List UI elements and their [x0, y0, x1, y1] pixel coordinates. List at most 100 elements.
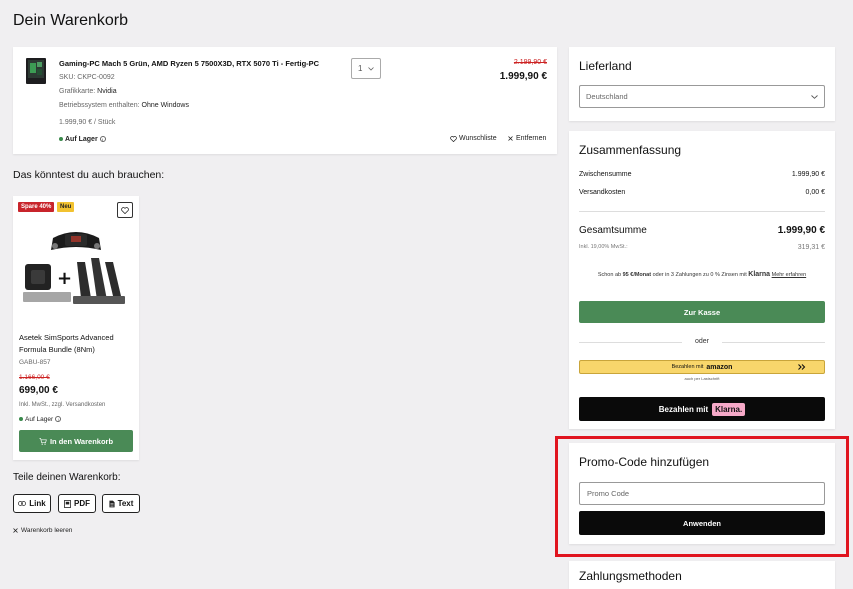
- delivery-title: Lieferland: [579, 59, 632, 73]
- cart-item-sku: SKU: CKPC-0092: [59, 74, 115, 81]
- amazon-pay-pre: Bezahlen mit: [671, 364, 704, 370]
- amazon-pay-subtext: auch per Lastschrift: [684, 376, 720, 381]
- quantity-select[interactable]: 1: [351, 58, 381, 79]
- product-tax-note: Inkl. MwSt., zzgl. Versandkosten: [19, 402, 106, 408]
- country-value: Deutschland: [586, 92, 628, 101]
- os-label: Betriebssystem enthalten:: [59, 102, 140, 109]
- checkout-label: Zur Kasse: [683, 307, 721, 317]
- favorite-button[interactable]: [117, 202, 133, 218]
- quantity-value: 1: [358, 64, 363, 73]
- summary-card: Zusammenfassung Zwischensumme 1.999,90 €…: [569, 131, 835, 429]
- total-row: Gesamtsumme 1.999,90 €: [579, 225, 825, 236]
- payment-card: Zahlungsmethoden: [569, 561, 835, 589]
- wishlist-label: Wunschliste: [459, 135, 497, 142]
- product-price: 699,00 €: [19, 385, 58, 396]
- klarna-installment-note: Schon ab 95 €/Monat oder in 3 Zahlungen …: [579, 271, 825, 278]
- remove-label: Entfernen: [516, 135, 547, 142]
- cart-item-stock: Auf Lager i: [59, 136, 106, 143]
- subtotal-row: Zwischensumme 1.999,90 €: [579, 171, 825, 178]
- new-badge: Neu: [57, 202, 75, 212]
- pdf-icon: [64, 499, 71, 508]
- payment-title: Zahlungsmethoden: [579, 569, 682, 583]
- heart-icon: [450, 135, 457, 142]
- sale-badge: Spare 40%: [18, 202, 55, 212]
- product-stock: Auf Lager i: [19, 416, 62, 423]
- cart-item-os: Betriebssystem enthalten: Ohne Windows: [59, 102, 189, 109]
- stock-label: Auf Lager: [65, 136, 98, 143]
- shipping-value: 0,00 €: [805, 189, 825, 196]
- delivery-card: Lieferland Deutschland: [569, 47, 835, 121]
- gpu-label: Grafikkarte:: [59, 88, 96, 95]
- klarna-pay-pre: Bezahlen mit: [658, 404, 709, 414]
- total-label: Gesamtsumme: [579, 225, 647, 236]
- clear-cart-button[interactable]: Warenkorb leeren: [13, 527, 72, 534]
- product-old-price: 1.166,00 €: [19, 374, 50, 381]
- stock-dot-icon: [19, 417, 23, 422]
- cart-plus-icon: [39, 437, 47, 445]
- info-icon[interactable]: i: [55, 416, 62, 423]
- total-value: 1.999,90 €: [777, 225, 825, 236]
- checkout-button[interactable]: Zur Kasse: [579, 301, 825, 323]
- share-text-button[interactable]: Text: [102, 494, 140, 513]
- cart-item-price: 1.999,90 €: [499, 71, 547, 82]
- product-card[interactable]: Spare 40% Neu + Asetek SimSports Advance…: [13, 196, 139, 460]
- summary-divider: [579, 211, 825, 212]
- tax-label: Inkl. 19,00% MwSt.:: [579, 244, 628, 250]
- chevrons-right-icon: [798, 364, 806, 370]
- chevron-down-icon: [368, 66, 374, 71]
- chevron-down-icon: [811, 94, 818, 99]
- page-title: Dein Warenkorb: [13, 12, 129, 29]
- add-to-cart-button[interactable]: In den Warenkorb: [19, 430, 133, 452]
- country-select[interactable]: Deutschland: [579, 85, 825, 108]
- cart-item-card: Gaming-PC Mach 5 Grün, AMD Ryzen 5 7500X…: [13, 47, 557, 154]
- tax-value: 319,31 €: [797, 244, 825, 251]
- klarna-logo: Klarna: [748, 271, 771, 278]
- wishlist-button[interactable]: Wunschliste: [450, 135, 497, 142]
- link-icon: [18, 501, 27, 506]
- svg-text:+: +: [57, 268, 72, 289]
- share-title: Teile deinen Warenkorb:: [13, 472, 121, 483]
- stock-dot-icon: [59, 137, 63, 142]
- klarna-note-post: oder in 3 Zahlungen zu 0 % Zinsen mit: [651, 272, 749, 278]
- cart-item-unit-price: 1.999,90 € / Stück: [59, 119, 116, 126]
- klarna-note-amount: 95 €/Monat: [622, 272, 652, 278]
- klarna-learn-more-link[interactable]: Mehr erfahren: [772, 272, 807, 278]
- close-icon: [508, 136, 513, 141]
- remove-button[interactable]: Entfernen: [508, 135, 546, 142]
- subtotal-label: Zwischensumme: [579, 171, 632, 178]
- promo-highlight-frame: [555, 436, 849, 557]
- os-value: Ohne Windows: [141, 102, 189, 109]
- shipping-row: Versandkosten 0,00 €: [579, 189, 825, 196]
- product-name[interactable]: Asetek SimSports Advanced Formula Bundle…: [19, 332, 129, 356]
- share-pdf-button[interactable]: PDF: [58, 494, 96, 513]
- tax-row: Inkl. 19,00% MwSt.: 319,31 €: [579, 244, 825, 251]
- gpu-value: Nvidia: [97, 88, 117, 95]
- klarna-note-pre: Schon ab: [597, 272, 623, 278]
- product-sku: GABU-857: [19, 359, 51, 366]
- product-image-wheel-bundle[interactable]: +: [21, 222, 131, 310]
- klarna-pay-button[interactable]: Bezahlen mit Klarna.: [579, 397, 825, 421]
- share-link-label: Link: [29, 499, 46, 508]
- recommend-title: Das könntest du auch brauchen:: [13, 169, 165, 181]
- or-label: oder: [694, 338, 709, 345]
- share-text-label: Text: [117, 499, 134, 508]
- add-to-cart-label: In den Warenkorb: [49, 436, 114, 446]
- clear-cart-label: Warenkorb leeren: [21, 527, 73, 534]
- document-icon: [108, 500, 115, 507]
- subtotal-value: 1.999,90 €: [791, 171, 825, 178]
- share-link-button[interactable]: Link: [13, 494, 51, 513]
- shipping-label: Versandkosten: [579, 189, 626, 196]
- cart-item-old-price: 2.199,90 €: [513, 59, 547, 66]
- info-icon[interactable]: i: [99, 136, 106, 143]
- cart-item-name[interactable]: Gaming-PC Mach 5 Grün, AMD Ryzen 5 7500X…: [59, 59, 319, 68]
- share-pdf-label: PDF: [74, 499, 90, 508]
- close-icon: [13, 528, 18, 533]
- stock-label: Auf Lager: [25, 416, 54, 423]
- summary-title: Zusammenfassung: [579, 143, 682, 157]
- cart-item-gpu: Grafikkarte: Nvidia: [59, 88, 117, 95]
- product-image-pc[interactable]: [23, 57, 49, 85]
- or-divider-left: [579, 342, 682, 343]
- amazon-pay-button[interactable]: Bezahlen mit amazon: [579, 360, 825, 374]
- amazon-logo: amazon: [706, 363, 733, 371]
- klarna-pay-logo: Klarna.: [712, 402, 746, 416]
